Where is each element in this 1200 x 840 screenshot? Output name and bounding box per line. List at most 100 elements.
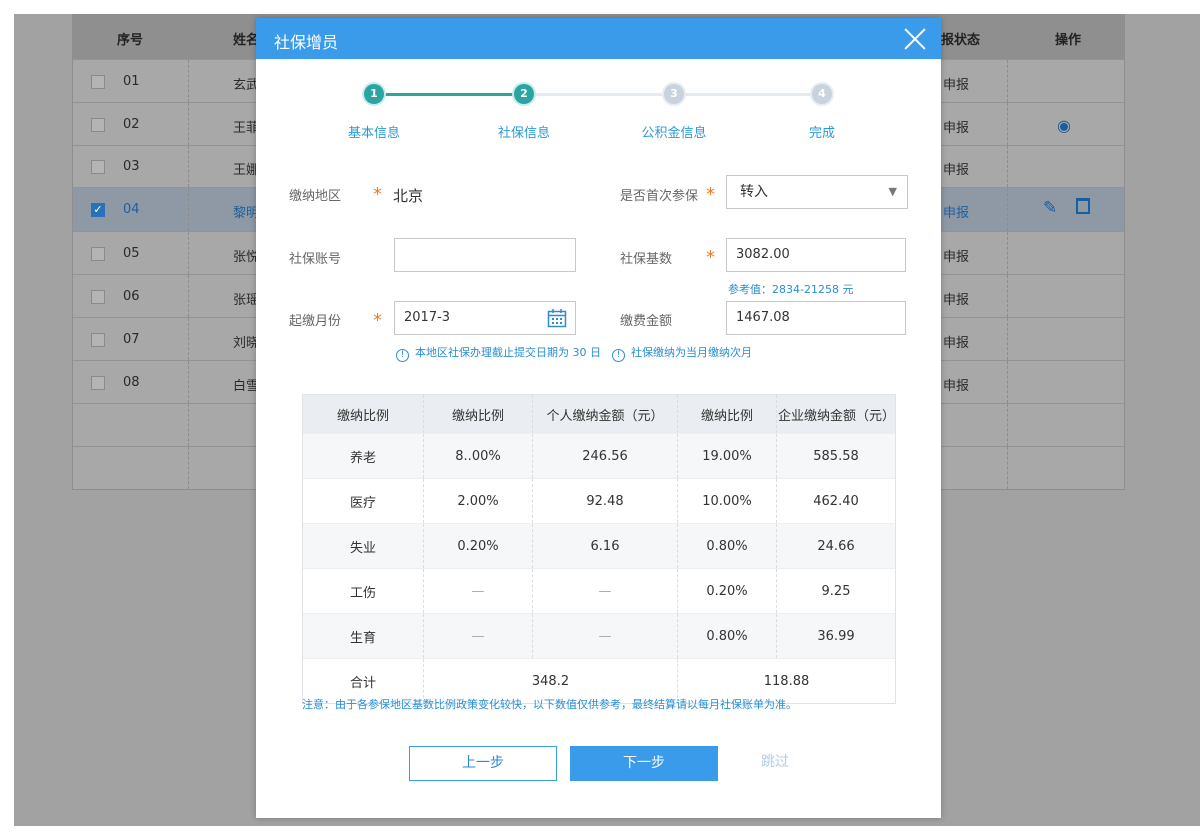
- account-input[interactable]: [394, 238, 576, 272]
- row-checkbox[interactable]: [91, 117, 105, 132]
- row-checkbox[interactable]: [91, 160, 105, 174]
- table-cell: 失业: [303, 523, 424, 569]
- first-insure-value: 转入: [740, 184, 768, 200]
- row-index: 07: [123, 331, 140, 347]
- dialog-title: 社保增员: [274, 33, 339, 52]
- row-status: 申报: [943, 335, 970, 351]
- step-2-dot: 2: [514, 84, 534, 104]
- previous-step-button[interactable]: 上一步: [409, 746, 557, 781]
- deadline-hint: ! 本地区社保办理截止提交日期为 30 日: [396, 344, 601, 362]
- table-row: 养老 8..00% 246.56 19.00% 585.58: [303, 433, 895, 479]
- row-divider: [188, 361, 189, 403]
- table-cell: 0.80%: [677, 523, 777, 569]
- base-input[interactable]: 3082.00: [726, 238, 906, 272]
- required-mark: *: [373, 310, 382, 331]
- table-cell: 0.80%: [677, 613, 777, 659]
- required-mark: *: [373, 184, 382, 205]
- table-cell: 19.00%: [677, 433, 777, 479]
- table-cell: 2.00%: [423, 478, 533, 524]
- table-cell: 24.66: [776, 523, 895, 569]
- table-row: 工伤 — —0.20% 9.25: [303, 568, 895, 614]
- header-index: 序号: [117, 33, 144, 48]
- row-status: 申报: [943, 292, 970, 308]
- row-divider: [188, 447, 189, 489]
- row-divider: [1007, 60, 1008, 102]
- table-cell: 36.99: [776, 613, 895, 659]
- row-checkbox[interactable]: [91, 74, 105, 89]
- row-index: 02: [123, 116, 140, 132]
- row-status: 申报: [943, 206, 970, 221]
- required-mark: *: [706, 184, 715, 205]
- table-cell: 10.00%: [677, 478, 777, 524]
- disclaimer-note: 注意：由于各参保地区基数比例政策变化较快，以下数值仅供参考，最终结算请以每月社保…: [302, 698, 797, 711]
- table-cell: —: [532, 613, 678, 659]
- row-status: 申报: [943, 120, 970, 136]
- table-cell: 585.58: [776, 433, 895, 479]
- row-index: 05: [123, 245, 140, 261]
- region-label: 缴纳地区: [289, 189, 342, 204]
- row-divider: [188, 103, 189, 145]
- row-divider: [1007, 447, 1008, 489]
- first-insure-label: 是否首次参保: [620, 189, 699, 204]
- row-index: 03: [123, 159, 140, 174]
- start-month-input[interactable]: 2017-3: [394, 301, 576, 335]
- row-divider: [1007, 188, 1008, 231]
- table-cell: 246.56: [532, 433, 678, 479]
- step-4-dot: 4: [812, 84, 832, 104]
- table-cell: 92.48: [532, 478, 678, 524]
- col-header: 企业缴纳金额（元）: [776, 395, 895, 434]
- eye-icon[interactable]: ◉: [1057, 116, 1071, 135]
- row-divider: [188, 146, 189, 187]
- row-status: 申报: [943, 163, 970, 178]
- table-cell: 462.40: [776, 478, 895, 524]
- stepper-line-done: [374, 93, 524, 96]
- table-cell: 6.16: [532, 523, 678, 569]
- row-divider: [188, 404, 189, 446]
- fee-label: 缴费金额: [620, 314, 673, 329]
- row-checkbox[interactable]: [91, 375, 105, 390]
- row-checkbox[interactable]: ✓: [91, 203, 105, 217]
- table-cell: 生育: [303, 613, 424, 659]
- row-divider: [1007, 361, 1008, 403]
- table-cell: —: [423, 568, 533, 614]
- row-checkbox[interactable]: [91, 289, 105, 304]
- contribution-table-header: 缴纳比例 缴纳比例 个人缴纳金额（元） 缴纳比例 企业缴纳金额（元）: [303, 395, 895, 434]
- row-divider: [1007, 103, 1008, 145]
- table-row: 医疗 2.00% 92.48 10.00% 462.40: [303, 478, 895, 524]
- base-reference: 参考值：2834-21258 元: [728, 283, 854, 296]
- row-divider: [1007, 318, 1008, 360]
- table-cell: 0.20%: [677, 568, 777, 614]
- table-row: 生育 — —0.80% 36.99: [303, 613, 895, 659]
- skip-button[interactable]: 跳过: [730, 746, 820, 781]
- row-checkbox[interactable]: [91, 246, 105, 261]
- row-status: 申报: [943, 249, 970, 265]
- month-hint: ! 社保缴纳为当月缴纳次月: [612, 344, 752, 362]
- first-insure-select[interactable]: 转入 ▼: [726, 175, 908, 209]
- row-status: 申报: [943, 77, 970, 93]
- delete-icon[interactable]: [1076, 198, 1090, 214]
- base-label: 社保基数: [620, 252, 673, 267]
- row-status: 申报: [943, 378, 970, 394]
- row-checkbox[interactable]: [91, 332, 105, 347]
- table-cell: 工伤: [303, 568, 424, 614]
- row-divider: [1007, 404, 1008, 446]
- info-icon: !: [612, 349, 625, 362]
- row-index: 08: [123, 374, 140, 390]
- calendar-icon[interactable]: [547, 308, 567, 328]
- step-1-dot: 1: [364, 84, 384, 104]
- region-value: 北京: [393, 187, 424, 205]
- next-step-button[interactable]: 下一步: [570, 746, 718, 781]
- contribution-table: 缴纳比例 缴纳比例 个人缴纳金额（元） 缴纳比例 企业缴纳金额（元） 养老 8..…: [302, 394, 896, 704]
- fee-input[interactable]: 1467.08: [726, 301, 906, 335]
- col-header: 缴纳比例: [423, 395, 533, 434]
- edit-icon[interactable]: ✎: [1043, 198, 1057, 218]
- row-divider: [1007, 146, 1008, 187]
- row-divider: [188, 60, 189, 102]
- month-hint-text: 社保缴纳为当月缴纳次月: [631, 346, 752, 359]
- step-3-label: 公积金信息: [641, 126, 707, 141]
- row-divider: [188, 275, 189, 317]
- info-icon: !: [396, 349, 409, 362]
- row-divider: [188, 318, 189, 360]
- table-cell: 医疗: [303, 478, 424, 524]
- close-icon[interactable]: [903, 27, 927, 51]
